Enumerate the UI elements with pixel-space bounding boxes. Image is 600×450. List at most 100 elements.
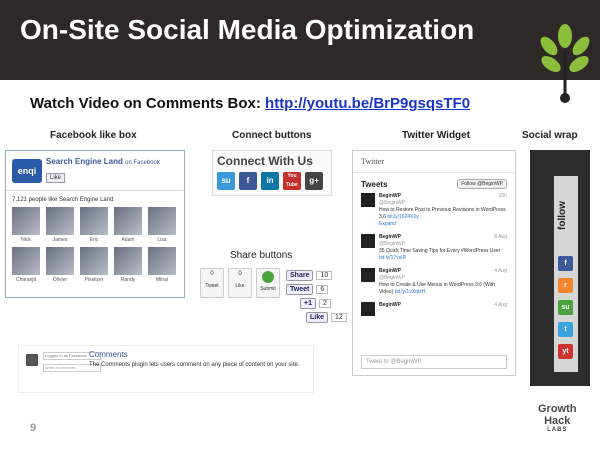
tweet-author: BeginWP [379,302,401,308]
twitter-icon[interactable]: t [558,322,573,337]
label-connect: Connect buttons [232,130,312,141]
face-name: Randy [120,277,136,283]
label-share: Share buttons [230,250,293,261]
tweet-share-count: 6 [316,285,329,294]
follow-text: follow [557,201,568,230]
facebook-face[interactable]: Randy [114,247,142,283]
stumbleupon-icon[interactable]: su [217,172,235,190]
avatar [12,247,40,275]
tweet[interactable]: BeginWP 4 Aug [361,302,507,316]
linkedin-share-button[interactable]: Share [286,270,314,281]
comments-description: The Comments plugin lets users comment o… [89,362,300,368]
tweet-date: 8 Aug [494,234,507,240]
facebook-like-box: enqi Search Engine Land on Facebook Like… [5,150,185,298]
like-share-button[interactable]: Like [306,312,329,323]
linkedin-icon[interactable]: in [261,172,279,190]
avatar [148,247,176,275]
follow-button[interactable]: Follow @BeginWP [457,179,507,189]
brand-line2: Hack [544,414,571,427]
tweet[interactable]: BeginWP 4 Aug @BeginWP How to Create & Use … [361,268,507,296]
facebook-face[interactable]: Charanjit [12,247,40,283]
tweet-expand[interactable]: Expand [379,221,507,228]
tweet-body: BeginWP 4 Aug [379,302,507,316]
facebook-like-count: 7,121 people like Search Engine Land [12,197,114,203]
label-twitter: Twitter Widget [402,130,471,141]
rss-icon[interactable]: r [558,278,573,293]
facebook-face[interactable]: Eric [80,207,108,243]
like-count: 0 [238,271,242,277]
comments-box: Logged in as Facebook Write a comment...… [18,345,314,393]
facebook-face[interactable]: Mihai [148,247,176,283]
facebook-page-name[interactable]: Search Engine Land on Facebook [46,157,160,166]
tweet-link[interactable]: bit.ly/1sXqfzH [395,289,426,295]
social-wrap-strip: follow f r su t yt [554,176,578,372]
tweet-link[interactable]: bit.ly/1624X0y [387,214,418,220]
stumbleupon-icon[interactable]: su [558,300,573,315]
facebook-icon[interactable]: f [558,256,573,271]
tweet[interactable]: BeginWP 8 Aug @BeginWP 35 Quick Time Saving… [361,234,507,262]
tweet-date: 15h [498,193,507,199]
tweet-date: 4 Aug [494,302,507,308]
avatar [148,207,176,235]
avatar [12,207,40,235]
twitter-header: Tweets Follow @BeginWP [353,173,515,191]
facebook-face[interactable]: Adam [114,207,142,243]
tweet-count-button[interactable]: 0 Tweet [200,268,224,298]
linkedin-share-count: 10 [316,271,333,280]
growth-hack-labs-logo: Growth Hack LABS [538,403,577,433]
label-facebook: Facebook like box [50,130,137,141]
twitter-widget: Twitter Tweets Follow @BeginWP BeginWP 15… [352,150,516,376]
face-name: Nick [21,237,31,243]
facebook-face[interactable]: Olivier [46,247,74,283]
tweet-author: BeginWP [379,193,401,199]
youtube-icon[interactable]: You Tube [283,172,301,190]
tweet-share-button[interactable]: Tweet [286,284,314,295]
tweet[interactable]: BeginWP 15h @BeginWP How to Restore Post to… [361,193,507,228]
facebook-like-button[interactable]: Like [46,173,66,183]
facebook-face[interactable]: James [46,207,74,243]
tweet-link[interactable]: bit.ly/17vsIR [379,255,406,261]
stumbleupon-submit-button[interactable]: Submit [256,268,280,298]
like-count-button[interactable]: 0 Like [228,268,252,298]
stumbleupon-icon [262,271,274,283]
tweet-author: BeginWP [379,234,401,240]
face-name: Adam [121,237,135,243]
face-name: Charanjit [15,277,36,283]
plant-logo-icon [540,24,590,103]
facebook-faces: Nick James Eric Adam Lisa Charanjit Olivier Pix… [12,207,182,283]
plusone-count: 2 [318,299,331,308]
brand-line1: Growth [538,403,577,415]
slide-number: 9 [30,422,37,434]
social-wrap: follow f r su t yt [530,150,590,386]
facebook-face[interactable]: Lisa [148,207,176,243]
face-name: James [52,237,68,243]
avatar [114,247,142,275]
tweet-handle: @BeginWP [379,275,405,281]
tweet-handle: @BeginWP [379,241,405,247]
face-name: Mihai [156,277,168,283]
twitter-label: Twitter [353,151,515,173]
video-link[interactable]: http://youtu.be/BrP9gsqsTF0 [265,95,470,112]
youtube-icon[interactable]: yt [558,344,573,359]
tweet-author: BeginWP [379,268,401,274]
avatar [46,247,74,275]
tweet-label: Tweet [205,283,219,289]
google-plus-icon[interactable]: g+ [305,172,323,190]
face-name: Eric [89,237,99,243]
tweet-body: BeginWP 15h @BeginWP How to Restore Post to… [379,193,507,228]
avatar [361,234,375,248]
facebook-icon[interactable]: f [239,172,257,190]
avatar [80,207,108,235]
like-label: Like [235,283,245,289]
facebook-face[interactable]: Pixelizer [80,247,108,283]
connect-widget: Connect With Us su f in You Tube g+ [212,150,332,196]
connect-icons: su f in You Tube g+ [217,172,331,190]
plusone-button[interactable]: +1 [300,298,316,309]
tweet-input[interactable]: Tweet to @BeginWP [361,355,507,369]
tweet-text: 35 Quick Time Saving Tips for Every #Wor… [379,248,501,254]
tweet-list[interactable]: BeginWP 15h @BeginWP How to Restore Post to… [353,191,515,351]
tweet-count: 0 [210,271,214,277]
slide-header: On-Site Social Media Optimization [0,0,600,80]
video-prefix: Watch Video on Comments Box: [30,95,266,112]
facebook-face[interactable]: Nick [12,207,40,243]
